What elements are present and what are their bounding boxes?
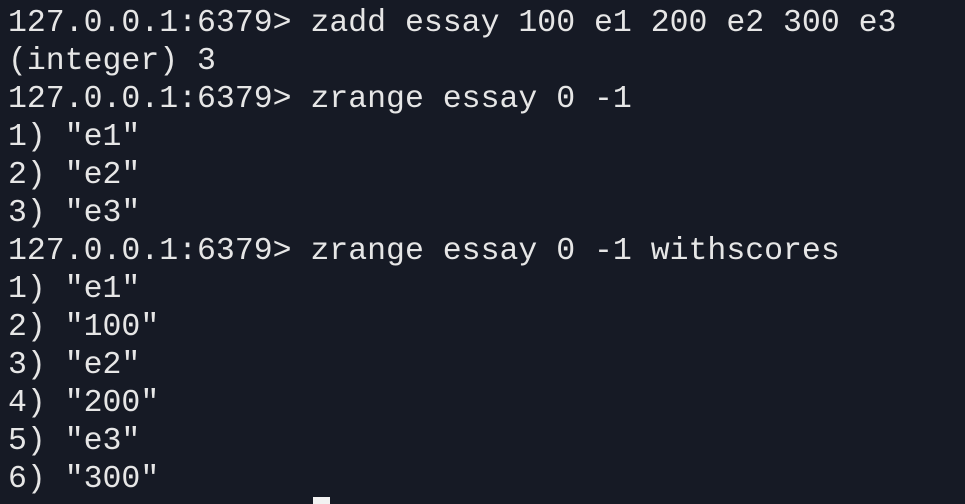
terminal-line-output: 5) "e3" bbox=[8, 424, 141, 459]
terminal-line-output: 6) "300" bbox=[8, 462, 160, 497]
terminal-line-command: 127.0.0.1:6379> zrange essay 0 -1 withsc… bbox=[8, 234, 840, 269]
terminal-line-command: 127.0.0.1:6379> zadd essay 100 e1 200 e2… bbox=[8, 6, 897, 41]
terminal-line-output: 2) "e2" bbox=[8, 158, 141, 193]
terminal-line-output: 3) "e2" bbox=[8, 348, 141, 383]
terminal-line-output: 2) "100" bbox=[8, 310, 160, 345]
terminal-cursor bbox=[313, 497, 330, 504]
terminal-line-output: (integer) 3 bbox=[8, 44, 216, 79]
terminal-line-output: 3) "e3" bbox=[8, 196, 141, 231]
terminal-output[interactable]: 127.0.0.1:6379> zadd essay 100 e1 200 e2… bbox=[8, 5, 958, 499]
terminal-line-output: 4) "200" bbox=[8, 386, 160, 421]
terminal-line-command: 127.0.0.1:6379> zrange essay 0 -1 bbox=[8, 82, 632, 117]
terminal-line-output: 1) "e1" bbox=[8, 272, 141, 307]
terminal-line-output: 1) "e1" bbox=[8, 120, 141, 155]
